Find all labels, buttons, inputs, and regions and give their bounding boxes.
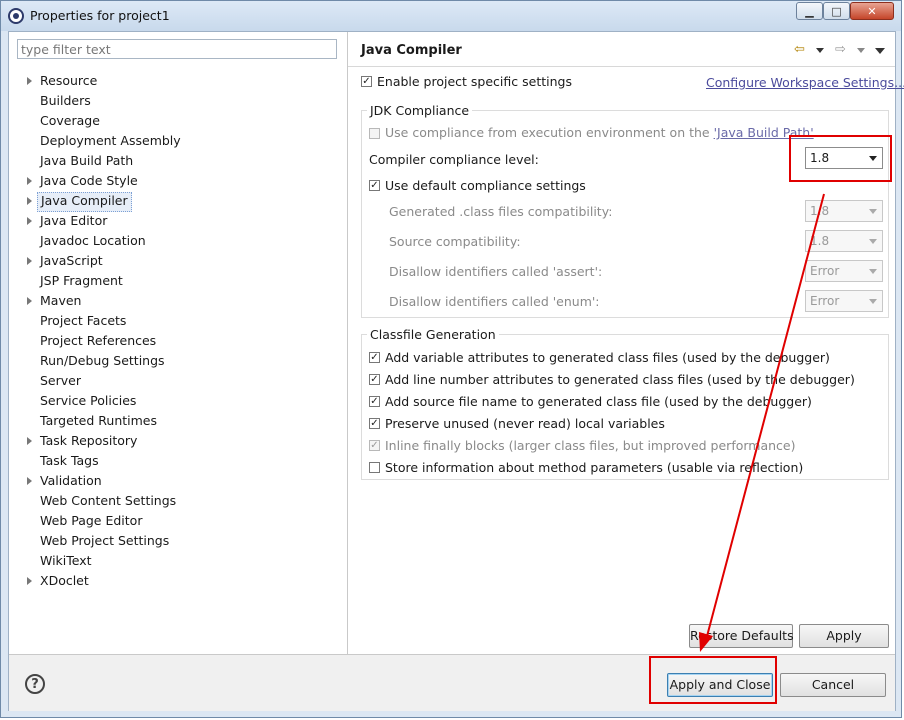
- right-pane: Java Compiler ⇦ ⇨ ✓ Enable project speci…: [348, 32, 904, 654]
- tree-item[interactable]: Server: [37, 372, 84, 390]
- tree-item[interactable]: Service Policies: [37, 392, 139, 410]
- enum-label: Disallow identifiers called 'enum':: [389, 294, 600, 309]
- forward-arrow-icon[interactable]: ⇨: [835, 42, 846, 57]
- classfile-option-label: Inline finally blocks (larger class file…: [385, 438, 796, 453]
- tree-item[interactable]: WikiText: [37, 552, 95, 570]
- apply-button[interactable]: Apply: [799, 624, 889, 648]
- tree-item[interactable]: Project Facets: [37, 312, 129, 330]
- expand-arrow-icon[interactable]: [27, 217, 32, 225]
- classfile-option-checkbox[interactable]: ✓: [369, 396, 380, 407]
- tree-item[interactable]: Java Compiler: [37, 192, 132, 212]
- window-title: Properties for project1: [30, 8, 170, 23]
- source-compat-label: Source compatibility:: [389, 234, 521, 249]
- help-icon[interactable]: ?: [25, 674, 45, 694]
- expand-arrow-icon[interactable]: [27, 577, 32, 585]
- classfile-option-label: Add source file name to generated class …: [385, 394, 812, 409]
- use-default-checkbox[interactable]: ✓: [369, 180, 380, 191]
- dropdown-arrow-icon: [869, 299, 877, 304]
- forward-menu-icon[interactable]: [857, 48, 865, 53]
- page-title: Java Compiler: [361, 43, 462, 58]
- page-header: Java Compiler ⇦ ⇨: [348, 32, 895, 67]
- tree-item[interactable]: Coverage: [37, 112, 103, 130]
- classfile-option-checkbox[interactable]: ✓: [369, 374, 380, 385]
- tree-item[interactable]: Run/Debug Settings: [37, 352, 168, 370]
- tree-item[interactable]: Validation: [37, 472, 105, 490]
- enum-value: Error: [810, 294, 840, 308]
- expand-arrow-icon[interactable]: [27, 77, 32, 85]
- close-button[interactable]: ✕: [850, 2, 894, 20]
- tree-item[interactable]: Targeted Runtimes: [37, 412, 160, 430]
- use-env-label-text: Use compliance from execution environmen…: [385, 125, 714, 140]
- expand-arrow-icon[interactable]: [27, 297, 32, 305]
- eclipse-icon: [8, 8, 24, 24]
- tree-item[interactable]: Java Code Style: [37, 172, 141, 190]
- tree-item[interactable]: Java Editor: [37, 212, 110, 230]
- classfile-option-checkbox[interactable]: ✓: [369, 418, 380, 429]
- tree-item[interactable]: Web Content Settings: [37, 492, 179, 510]
- view-menu-icon[interactable]: [875, 48, 885, 54]
- dropdown-arrow-icon: [869, 269, 877, 274]
- classfile-title: Classfile Generation: [367, 327, 499, 342]
- classfile-option-label: Add variable attributes to generated cla…: [385, 350, 830, 365]
- maximize-button[interactable]: □: [823, 2, 850, 20]
- classfile-option-label: Add line number attributes to generated …: [385, 372, 855, 387]
- dropdown-arrow-icon: [869, 239, 877, 244]
- source-compat-value: 1.8: [810, 234, 830, 248]
- tree-item[interactable]: Builders: [37, 92, 94, 110]
- apply-close-highlight-box: [649, 656, 777, 704]
- tree-item[interactable]: Web Project Settings: [37, 532, 172, 550]
- use-env-checkbox[interactable]: [369, 128, 380, 139]
- back-arrow-icon[interactable]: ⇦: [794, 42, 805, 57]
- minimize-button[interactable]: ▁: [796, 2, 823, 20]
- tree-item[interactable]: JSP Fragment: [37, 272, 126, 290]
- tree-item[interactable]: Task Repository: [37, 432, 140, 450]
- tree-item[interactable]: Web Page Editor: [37, 512, 145, 530]
- enable-specific-label: Enable project specific settings: [377, 74, 572, 89]
- enum-select[interactable]: Error: [805, 290, 883, 312]
- expand-arrow-icon[interactable]: [27, 197, 32, 205]
- restore-defaults-button[interactable]: Restore Defaults: [689, 624, 794, 648]
- tree-item[interactable]: Java Build Path: [37, 152, 136, 170]
- classfile-option-label: Store information about method parameter…: [385, 460, 804, 475]
- jdk-compliance-title: JDK Compliance: [367, 103, 473, 118]
- configure-workspace-link[interactable]: Configure Workspace Settings...: [706, 75, 904, 90]
- title-bar: Properties for project1 ▁ □ ✕: [1, 1, 901, 31]
- expand-arrow-icon[interactable]: [27, 477, 32, 485]
- compliance-level-label: Compiler compliance level:: [369, 152, 539, 167]
- tree-item[interactable]: Resource: [37, 72, 100, 90]
- expand-arrow-icon[interactable]: [27, 177, 32, 185]
- use-env-label: Use compliance from execution environmen…: [385, 125, 814, 140]
- compliance-highlight-box: [789, 135, 892, 182]
- expand-arrow-icon[interactable]: [27, 437, 32, 445]
- class-compat-value: 1.8: [810, 204, 830, 218]
- tree-item[interactable]: Maven: [37, 292, 84, 310]
- use-default-label: Use default compliance settings: [385, 178, 586, 193]
- dialog-client: Resource Builders Coverage Deployment Assem…: [8, 31, 904, 711]
- assert-select[interactable]: Error: [805, 260, 883, 282]
- back-menu-icon[interactable]: [816, 48, 824, 53]
- classfile-option-checkbox[interactable]: ✓: [369, 352, 380, 363]
- class-compat-select[interactable]: 1.8: [805, 200, 883, 222]
- class-compat-label: Generated .class files compatibility:: [389, 204, 613, 219]
- expand-arrow-icon[interactable]: [27, 257, 32, 265]
- cancel-button[interactable]: Cancel: [780, 673, 886, 697]
- tree-item[interactable]: Deployment Assembly: [37, 132, 184, 150]
- properties-dialog: Properties for project1 ▁ □ ✕ Resource Bu…: [0, 0, 904, 718]
- tree-item[interactable]: JavaScript: [37, 252, 106, 270]
- enable-specific-checkbox[interactable]: ✓: [361, 76, 372, 87]
- left-pane: Resource Builders Coverage Deployment Assem…: [9, 32, 348, 654]
- classfile-option-checkbox[interactable]: ✓: [369, 440, 380, 451]
- assert-value: Error: [810, 264, 840, 278]
- source-compat-select[interactable]: 1.8: [805, 230, 883, 252]
- assert-label: Disallow identifiers called 'assert':: [389, 264, 603, 279]
- filter-input[interactable]: [17, 39, 337, 59]
- tree-item[interactable]: XDoclet: [37, 572, 92, 590]
- classfile-option-label: Preserve unused (never read) local varia…: [385, 416, 665, 431]
- tree-item[interactable]: Task Tags: [37, 452, 102, 470]
- classfile-option-checkbox[interactable]: [369, 462, 380, 473]
- tree-item[interactable]: Javadoc Location: [37, 232, 149, 250]
- tree-item[interactable]: Project References: [37, 332, 159, 350]
- dropdown-arrow-icon: [869, 209, 877, 214]
